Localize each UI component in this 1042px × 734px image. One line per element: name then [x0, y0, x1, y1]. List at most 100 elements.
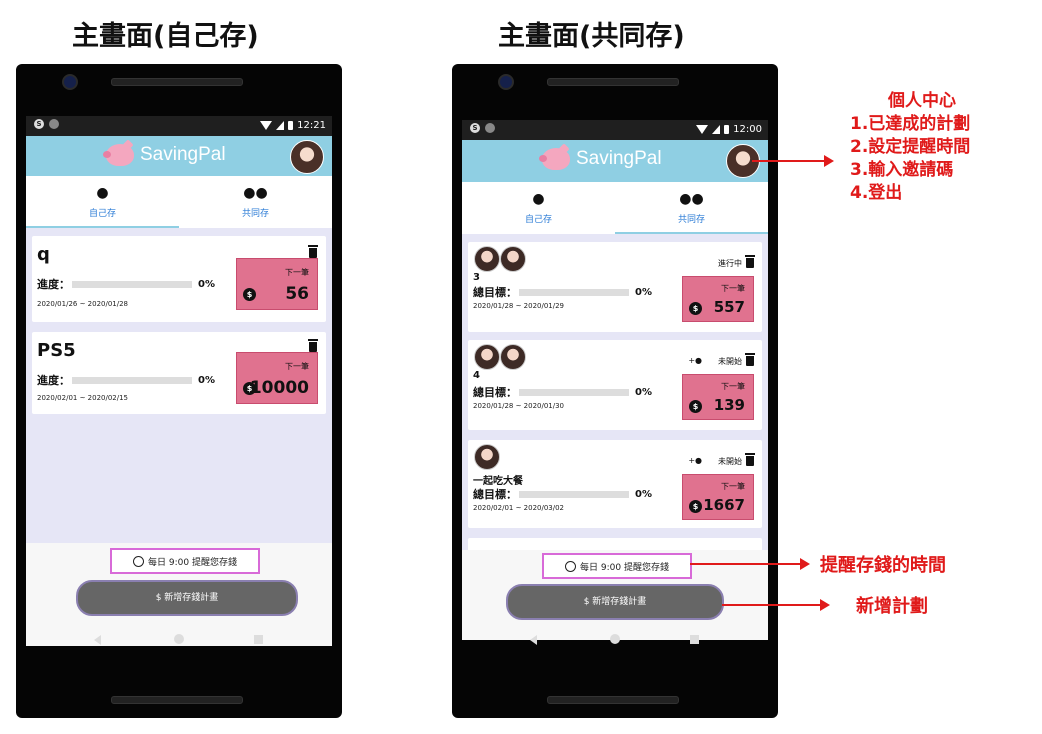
annotation-line: 個人中心 [888, 91, 956, 111]
next-amount: 56 [285, 284, 309, 304]
dollar-coin-icon: $ [689, 400, 702, 413]
plan-dates: 2020/01/28 ~ 2020/01/29 [473, 302, 565, 310]
piggy-bank-icon [103, 144, 134, 166]
add-plan-button[interactable]: $ 新增存錢計畫 [506, 584, 724, 620]
next-amount: 1667 [703, 496, 745, 514]
tab-bar: ● 自己存 ●● 共同存 [26, 176, 332, 228]
progress-bar [519, 288, 629, 296]
plan-dates: 2020/01/28 ~ 2020/01/30 [473, 402, 565, 410]
next-label: 下一筆 [721, 382, 745, 391]
recent-apps-icon[interactable] [254, 635, 263, 644]
tab-label: 共同存 [677, 215, 705, 225]
recent-apps-icon[interactable] [690, 635, 699, 644]
tab-self-save[interactable]: ● 自己存 [462, 182, 615, 234]
trash-icon[interactable] [745, 353, 755, 366]
group-plan-card[interactable]: +● 未開始 4 總目標： 0% 2020/01/28 ~ 2020/01/30 … [468, 340, 762, 430]
speaker-grille [547, 78, 679, 86]
signal-icon [276, 121, 285, 130]
home-icon[interactable] [174, 634, 184, 644]
person-icon: ● [532, 191, 545, 207]
progress-label: 進度： [37, 278, 70, 291]
group-icon: ●● [679, 191, 704, 207]
plan-status: 未開始 [718, 357, 742, 366]
progress-bar [519, 490, 629, 498]
reminder-time-button[interactable]: 每日 9:00 提醒您存錢 [110, 548, 260, 574]
home-icon[interactable] [610, 634, 620, 644]
wifi-icon [696, 125, 709, 134]
group-plan-card[interactable]: +● 未開始 一起吃大餐 總目標： 0% 2020/02/01 ~ 2020/03… [468, 440, 762, 528]
progress-row: 進度： 0% [37, 276, 215, 292]
member-avatar [474, 444, 500, 470]
person-icon: ● [96, 185, 109, 201]
add-arrow [722, 599, 830, 611]
member-avatar [474, 246, 500, 272]
add-plan-button[interactable]: $ 新增存錢計畫 [76, 580, 298, 616]
trash-icon[interactable] [745, 453, 755, 466]
next-label: 下一筆 [285, 362, 309, 371]
progress-label: 進度： [37, 374, 70, 387]
plan-dates: 2020/01/26 ~ 2020/01/28 [37, 300, 129, 308]
annotation-line: 2.設定提醒時間 [850, 137, 971, 157]
invite-member-icon[interactable]: +● [688, 356, 702, 365]
trash-icon[interactable] [745, 255, 755, 268]
app-bar: SavingPal [462, 140, 768, 182]
next-label: 下一筆 [285, 268, 309, 277]
app-bar: SavingPal [26, 136, 332, 176]
circle-notification-icon [49, 119, 59, 129]
next-label: 下一筆 [721, 482, 745, 491]
dollar-coin-icon: $ [243, 288, 256, 301]
status-time: 12:21 [297, 120, 326, 131]
invite-member-icon[interactable]: +● [688, 456, 702, 465]
reminder-text: 每日 9:00 提醒您存錢 [580, 562, 669, 573]
plan-title: q [37, 244, 50, 265]
group-plan-card[interactable]: 進行中 3 總目標： 0% 2020/01/28 ~ 2020/01/29 下一筆… [468, 242, 762, 332]
next-deposit-button[interactable]: 下一筆 $ 1667 [682, 474, 754, 520]
progress-row: 總目標： 0% [473, 384, 652, 400]
tab-group-save[interactable]: ●● 共同存 [615, 182, 768, 234]
progress-bar [519, 388, 629, 396]
status-bar: S 12:21 [26, 116, 332, 136]
plan-dates: 2020/02/01 ~ 2020/02/15 [37, 394, 129, 402]
alarm-clock-icon [565, 560, 577, 572]
tab-self-save[interactable]: ● 自己存 [26, 176, 179, 228]
circle-notification-icon [485, 123, 495, 133]
member-avatar [500, 246, 526, 272]
add-annotation: 新增計劃 [856, 596, 928, 617]
plan-dates: 2020/02/01 ~ 2020/03/02 [473, 504, 565, 512]
progress-percent: 0% [198, 374, 215, 386]
battery-icon [288, 121, 294, 130]
next-deposit-button[interactable]: 下一筆 $ 557 [682, 276, 754, 322]
back-icon[interactable] [94, 635, 101, 645]
plan-title: PS5 [37, 340, 76, 361]
plan-card[interactable]: q 進度： 0% 2020/01/26 ~ 2020/01/28 下一筆 $ 56 [32, 236, 326, 322]
annotation-line: 4.登出 [850, 183, 903, 203]
status-bar: S 12:00 [462, 120, 768, 140]
camera-icon [498, 74, 514, 90]
plan-title: 3 [473, 272, 480, 283]
bottom-speaker-grille [111, 696, 243, 704]
right-screen-title: 主畫面(共同存) [498, 21, 685, 52]
progress-bar [72, 376, 192, 384]
trash-icon[interactable] [308, 245, 318, 258]
trash-icon[interactable] [308, 339, 318, 352]
piggy-bank-icon [539, 148, 570, 170]
battery-icon [724, 125, 730, 134]
plan-status: 進行中 [718, 259, 742, 268]
annotation-line: 1.已達成的計劃 [850, 114, 971, 134]
alarm-clock-icon [133, 555, 145, 567]
next-deposit-button[interactable]: 下一筆 $ 139 [682, 374, 754, 420]
profile-annotation: 個人中心 1.已達成的計劃 2.設定提醒時間 3.輸入邀請碼 4.登出 [850, 90, 970, 205]
left-screen: S 12:21 SavingPal ● 自己存 ●● 共同存 q 進度： 0% 202… [26, 116, 332, 646]
back-icon[interactable] [530, 635, 537, 645]
next-deposit-button[interactable]: 下一筆 $ 56 [236, 258, 318, 310]
tab-label: 共同存 [241, 209, 269, 219]
annotation-line: 3.輸入邀請碼 [850, 160, 954, 180]
plan-card[interactable]: PS5 進度： 0% 2020/02/01 ~ 2020/02/15 下一筆 $ … [32, 332, 326, 414]
reminder-time-button[interactable]: 每日 9:00 提醒您存錢 [542, 553, 692, 579]
profile-avatar[interactable] [290, 140, 324, 174]
app-name: SavingPal [576, 148, 662, 169]
tab-group-save[interactable]: ●● 共同存 [179, 176, 332, 228]
plan-title: 4 [473, 370, 480, 381]
next-deposit-button[interactable]: 下一筆 $ 10000 [236, 352, 318, 404]
reminder-arrow [690, 558, 810, 570]
